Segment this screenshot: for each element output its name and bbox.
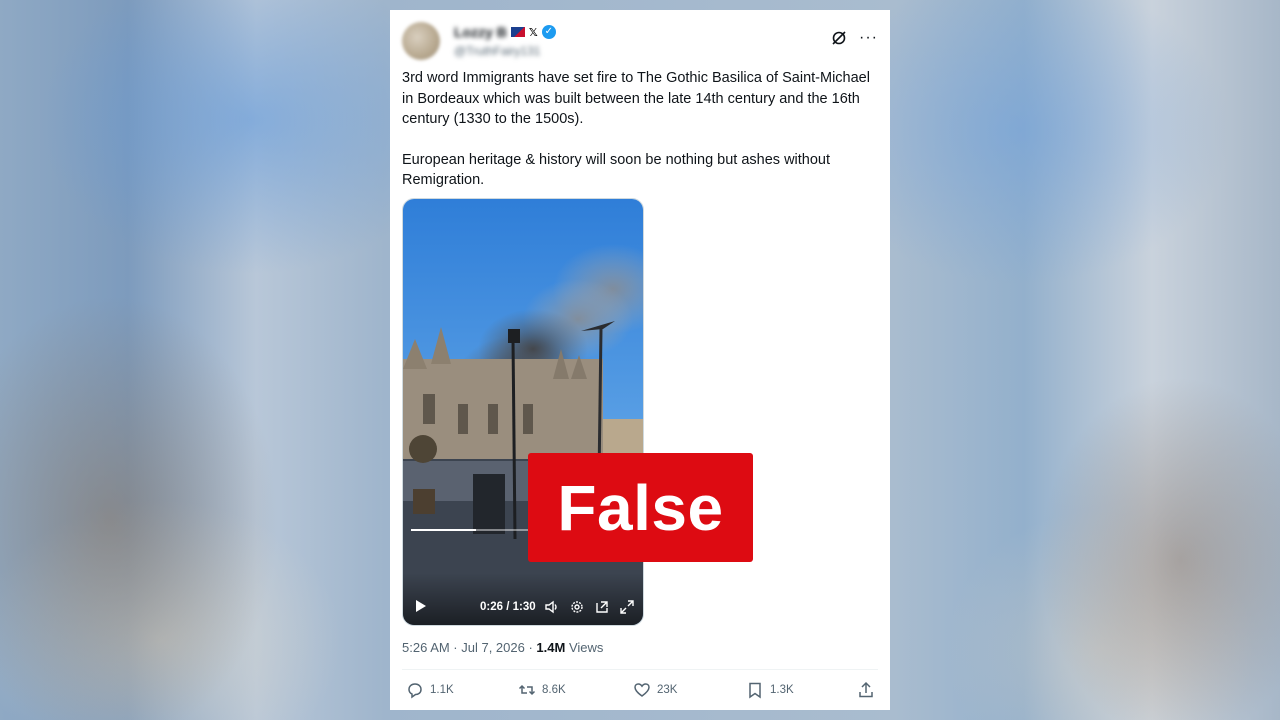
repost-count: 8.6K: [542, 684, 566, 696]
more-icon[interactable]: ···: [859, 30, 878, 46]
action-bar: 1.1K 8.6K 23K 1.3K: [402, 681, 878, 701]
x-emoji-icon: 𝕏: [528, 26, 538, 39]
tweet-meta: 5:26 AM · Jul 7, 2026 · 1.4M Views: [402, 640, 603, 655]
tweet-text: 3rd word Immigrants have set fire to The…: [402, 68, 872, 191]
grok-icon[interactable]: [831, 30, 847, 46]
volume-icon[interactable]: [544, 599, 560, 615]
name-row: Lozzy B 𝕏 ✓: [454, 24, 556, 40]
display-name[interactable]: Lozzy B: [454, 24, 507, 40]
false-label-text: False: [557, 471, 724, 544]
like-icon: [634, 683, 650, 697]
tweet-timestamp[interactable]: 5:26 AM · Jul 7, 2026 ·: [402, 640, 533, 655]
tweet-text-paragraph-1: 3rd word Immigrants have set fire to The…: [402, 70, 870, 127]
settings-icon[interactable]: [569, 599, 585, 615]
verified-badge-icon: ✓: [541, 25, 556, 39]
bookmark-button[interactable]: 1.3K: [746, 681, 794, 699]
bookmark-count: 1.3K: [770, 684, 794, 696]
share-icon: [859, 681, 873, 698]
reply-icon: [408, 683, 422, 699]
header-icons: ···: [831, 30, 878, 46]
video-control-icons: [544, 599, 635, 615]
video-controls: 0:26 / 1:30: [403, 529, 643, 625]
repost-icon: [518, 684, 536, 696]
tweet-text-paragraph-2: European heritage & history will soon be…: [402, 151, 831, 189]
australia-flag-icon: [510, 27, 525, 37]
pip-icon[interactable]: [594, 599, 610, 615]
tweet-header: Lozzy B 𝕏 ✓ @TruthFairy131 ···: [402, 22, 878, 62]
share-button[interactable]: [857, 681, 875, 699]
user-handle[interactable]: @TruthFairy131: [454, 44, 540, 58]
false-label-overlay: False: [528, 453, 753, 562]
repost-button[interactable]: 8.6K: [518, 681, 566, 699]
avatar[interactable]: [402, 22, 440, 60]
reply-count: 1.1K: [430, 684, 454, 696]
bookmark-icon: [749, 682, 761, 699]
reply-button[interactable]: 1.1K: [406, 681, 454, 699]
like-count: 23K: [657, 684, 678, 696]
views-label: Views: [568, 640, 604, 655]
tweet-card: Lozzy B 𝕏 ✓ @TruthFairy131 ··· 3rd word …: [390, 10, 890, 710]
like-button[interactable]: 23K: [633, 681, 677, 699]
views-count: 1.4M: [536, 640, 566, 655]
divider: [402, 669, 878, 670]
play-icon[interactable]: [415, 599, 427, 613]
video-progress-fill: [411, 529, 476, 531]
fullscreen-icon[interactable]: [619, 599, 635, 615]
video-time: 0:26 / 1:30: [480, 601, 536, 613]
